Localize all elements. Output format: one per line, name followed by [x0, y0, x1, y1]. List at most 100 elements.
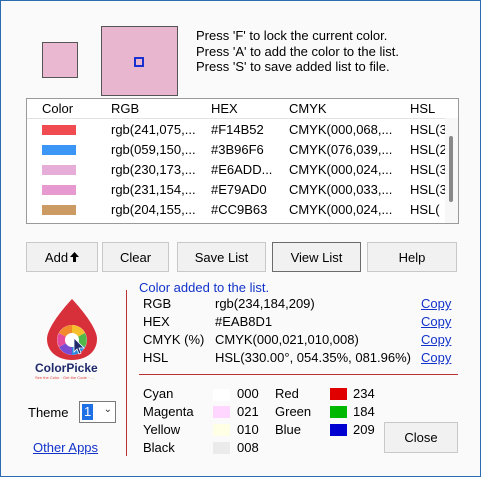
- list-row[interactable]: rgb(231,154,... #E79AD0 CMYK(000,033,... HS…: [27, 180, 447, 199]
- row-cmyk: CMYK(000,033,...: [289, 182, 393, 197]
- instruction-lock: Press 'F' to lock the current color.: [196, 28, 388, 43]
- green-value: 184: [353, 404, 375, 419]
- row-hsl: HSL(3: [410, 122, 447, 137]
- magenta-value: 021: [237, 404, 259, 419]
- green-label: Green: [275, 404, 312, 419]
- column-header-cmyk[interactable]: CMYK: [289, 101, 327, 116]
- row-hsl: HSL(: [410, 202, 440, 217]
- list-row[interactable]: rgb(204,155,... #CC9B63 CMYK(000,024,... HS…: [27, 200, 447, 219]
- row-hsl: HSL(3: [410, 162, 447, 177]
- help-button[interactable]: Help: [367, 242, 457, 272]
- scrollbar-thumb[interactable]: [449, 136, 453, 202]
- hex-value: #EAB8D1: [215, 314, 273, 329]
- red-value: 234: [353, 386, 375, 401]
- magenta-label: Magenta: [143, 404, 194, 419]
- crosshair-icon: [134, 57, 144, 67]
- blue-value: 209: [353, 422, 375, 437]
- row-cmyk: CMYK(000,024,...: [289, 162, 393, 177]
- instruction-save: Press 'S' to save added list to file.: [196, 59, 390, 74]
- logo-tagline: See the Color · Get the Code · ...: [35, 375, 94, 380]
- row-hex: #E6ADD...: [211, 162, 273, 177]
- row-hsl: HSL(2: [410, 142, 447, 157]
- cyan-value: 000: [237, 386, 259, 401]
- hsl-value: HSL(330.00°, 054.35%, 081.96%): [215, 350, 411, 365]
- instructions: Press 'F' to lock the current color. Pre…: [196, 28, 399, 75]
- yellow-label: Yellow: [143, 422, 181, 437]
- blue-color-box: [330, 424, 347, 436]
- help-button-label: Help: [398, 249, 426, 265]
- row-cmyk: CMYK(076,039,...: [289, 142, 393, 157]
- list-scrollbar[interactable]: [445, 118, 458, 223]
- magenta-color-box: [213, 406, 230, 418]
- clear-button[interactable]: Clear: [102, 242, 169, 272]
- locked-color-swatch: [42, 42, 78, 78]
- row-rgb: rgb(231,154,...: [111, 182, 196, 197]
- instruction-add: Press 'A' to add the color to the list.: [196, 43, 399, 59]
- add-button-label: Add: [44, 249, 69, 265]
- colorpicker-logo-icon: [47, 299, 97, 360]
- yellow-color-box: [213, 424, 230, 436]
- column-header-hex[interactable]: HEX: [211, 101, 238, 116]
- arrow-up-icon: [70, 252, 80, 262]
- rgb-value: rgb(234,184,209): [215, 296, 315, 311]
- row-hex: #CC9B63: [211, 202, 268, 217]
- close-button[interactable]: Close: [384, 422, 458, 453]
- vertical-divider: [126, 290, 127, 456]
- row-rgb: rgb(230,173,...: [111, 162, 196, 177]
- row-cmyk: CMYK(000,068,...: [289, 122, 393, 137]
- copy-hsl-link[interactable]: Copy: [421, 350, 451, 365]
- red-color-box: [330, 388, 347, 400]
- column-header-hsl[interactable]: HSL: [410, 101, 435, 116]
- black-label: Black: [143, 440, 175, 455]
- row-hex: #3B96F6: [211, 142, 264, 157]
- row-color-swatch: [42, 145, 76, 155]
- black-value: 008: [237, 440, 259, 455]
- logo-wordmark: ColorPicke: [35, 361, 98, 375]
- list-row[interactable]: rgb(059,150,... #3B96F6 CMYK(076,039,... HS…: [27, 140, 447, 159]
- copy-cmyk-link[interactable]: Copy: [421, 332, 451, 347]
- row-color-swatch: [42, 185, 76, 195]
- copy-rgb-link[interactable]: Copy: [421, 296, 451, 311]
- color-picker-window: Press 'F' to lock the current color. Pre…: [0, 0, 481, 477]
- cmyk-value: CMYK(000,021,010,008): [215, 332, 359, 347]
- theme-select[interactable]: 1 ⌄: [79, 401, 116, 423]
- row-rgb: rgb(241,075,...: [111, 122, 196, 137]
- hsl-label: HSL: [143, 350, 169, 365]
- clear-button-label: Clear: [119, 249, 152, 265]
- cyan-label: Cyan: [143, 386, 174, 401]
- row-color-swatch: [42, 165, 76, 175]
- column-header-color[interactable]: Color: [42, 101, 73, 116]
- blue-label: Blue: [275, 422, 302, 437]
- cmyk-label: CMYK (%): [143, 332, 205, 347]
- theme-label: Theme: [28, 405, 69, 420]
- list-row[interactable]: rgb(241,075,... #F14B52 CMYK(000,068,... HS…: [27, 120, 447, 139]
- status-message: Color added to the list.: [139, 280, 270, 295]
- save-list-button[interactable]: Save List: [177, 242, 266, 272]
- hex-label: HEX: [143, 314, 170, 329]
- other-apps-link[interactable]: Other Apps: [33, 440, 98, 455]
- row-color-swatch: [42, 205, 76, 215]
- column-header-rgb[interactable]: RGB: [111, 101, 139, 116]
- color-list[interactable]: Color RGB HEX CMYK HSL rgb(241,075,... #F…: [26, 98, 459, 224]
- chevron-down-icon: ⌄: [103, 404, 112, 415]
- cyan-color-box: [213, 389, 230, 401]
- list-row[interactable]: rgb(230,173,... #E6ADD... CMYK(000,024,...…: [27, 160, 447, 179]
- copy-hex-link[interactable]: Copy: [421, 314, 451, 329]
- row-color-swatch: [42, 125, 76, 135]
- row-rgb: rgb(204,155,...: [111, 202, 196, 217]
- theme-value: 1: [82, 404, 94, 420]
- close-button-label: Close: [404, 430, 438, 445]
- add-button[interactable]: Add: [26, 242, 98, 272]
- row-rgb: rgb(059,150,...: [111, 142, 196, 157]
- row-cmyk: CMYK(000,024,...: [289, 202, 393, 217]
- green-color-box: [330, 406, 347, 418]
- save-list-button-label: Save List: [194, 249, 249, 265]
- horizontal-divider: [139, 374, 458, 375]
- view-list-button[interactable]: View List: [272, 242, 361, 272]
- rgb-label: RGB: [143, 296, 172, 311]
- yellow-value: 010: [237, 422, 259, 437]
- row-hex: #F14B52: [211, 122, 264, 137]
- list-header: Color RGB HEX CMYK HSL: [27, 99, 458, 119]
- row-hex: #E79AD0: [211, 182, 267, 197]
- black-color-box: [213, 442, 230, 454]
